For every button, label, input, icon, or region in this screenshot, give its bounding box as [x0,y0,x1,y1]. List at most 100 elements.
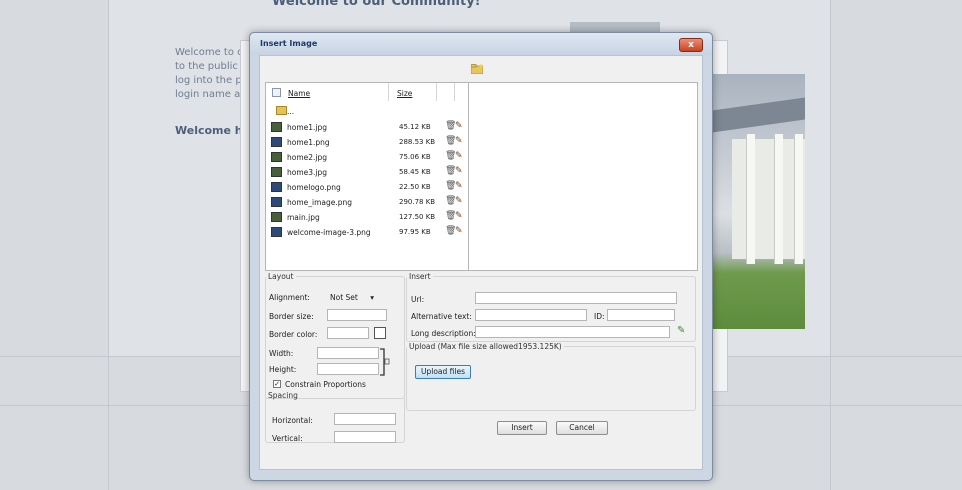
layout-legend: Layout [268,272,294,281]
file-row[interactable]: main.jpg 127.50 KB 🗑 ✎ [271,211,467,225]
border-size-label: Border size: [269,312,314,321]
file-name: home1.jpg [287,123,328,132]
dialog-title: Insert Image [260,39,318,48]
file-size: 75.06 KB [399,153,431,161]
column-separator [454,83,455,101]
dialog-body: Name Size ... home1.jpg 45.12 KB 🗑 ✎ hom… [259,55,703,470]
file-size: 22.50 KB [399,183,431,191]
name-column-header[interactable]: Name [288,89,310,98]
house-image [712,74,805,329]
parent-folder-label: ... [287,107,295,116]
rename-pencil-icon[interactable]: ✎ [455,196,463,206]
file-size: 290.78 KB [399,198,436,206]
width-input[interactable] [317,347,379,359]
png-file-icon [271,197,282,207]
column-separator [388,83,389,101]
file-name: home2.jpg [287,153,328,162]
height-input[interactable] [317,363,379,375]
file-name: homelogo.png [287,183,341,192]
rename-pencil-icon[interactable]: ✎ [455,136,463,146]
file-row[interactable]: homelogo.png 22.50 KB 🗑 ✎ [271,181,467,195]
spacing-legend: Spacing [268,391,298,400]
page-divider [830,0,831,490]
file-list[interactable]: Name Size ... home1.jpg 45.12 KB 🗑 ✎ hom… [265,82,470,271]
color-picker-icon[interactable] [374,327,386,339]
lock-ratio-icon[interactable] [380,348,390,376]
page-title: Welcome to our Community! [272,0,481,9]
file-name: home1.png [287,138,330,147]
file-row[interactable]: home1.png 288.53 KB 🗑 ✎ [271,136,467,150]
rename-pencil-icon[interactable]: ✎ [455,121,463,131]
png-file-icon [271,227,282,237]
layout-fieldset: Layout Alignment: Not Set ▾ Border size:… [265,272,405,399]
png-file-icon [271,182,282,192]
border-size-input[interactable] [327,309,387,321]
chevron-down-icon: ▾ [370,293,374,302]
rename-pencil-icon[interactable]: ✎ [455,166,463,176]
border-color-label: Border color: [269,330,318,339]
parent-folder-row[interactable]: ... [271,105,467,119]
vertical-spacing-input[interactable] [334,431,396,443]
alt-text-label: Alternative text: [411,312,472,321]
file-size: 45.12 KB [399,123,431,131]
file-name: welcome-image-3.png [287,228,371,237]
file-row[interactable]: welcome-image-3.png 97.95 KB 🗑 ✎ [271,226,467,240]
width-label: Width: [269,349,294,358]
vertical-label: Vertical: [272,434,303,443]
insert-legend: Insert [409,272,431,281]
jpg-file-icon [271,212,282,222]
insert-button[interactable]: Insert [497,421,547,435]
rename-pencil-icon[interactable]: ✎ [455,211,463,221]
spacing-fieldset: Spacing Horizontal: Vertical: [265,391,405,443]
image-preview-pane [468,82,698,271]
close-button[interactable]: x [679,38,703,52]
upload-fieldset: Upload (Max file size allowed1953.125K) … [406,342,696,411]
upload-files-button[interactable]: Upload files [415,365,471,379]
id-label: ID: [594,312,605,321]
file-size: 58.45 KB [399,168,431,176]
alignment-label: Alignment: [269,293,310,302]
folder-up-icon [276,106,287,115]
file-name: home_image.png [287,198,353,207]
file-row[interactable]: home2.jpg 75.06 KB 🗑 ✎ [271,151,467,165]
size-column-header[interactable]: Size [397,89,412,98]
long-description-label: Long description: [411,329,476,338]
png-file-icon [271,137,282,147]
rename-pencil-icon[interactable]: ✎ [455,151,463,161]
url-input[interactable] [475,292,677,304]
alignment-value: Not Set [330,293,358,302]
file-name: main.jpg [287,213,320,222]
file-size: 97.95 KB [399,228,431,236]
constrain-checkbox[interactable]: ✓ [273,380,281,388]
jpg-file-icon [271,152,282,162]
alignment-select[interactable]: Not Set ▾ [330,293,374,302]
rename-pencil-icon[interactable]: ✎ [455,226,463,236]
cancel-button[interactable]: Cancel [556,421,608,435]
file-icon [272,88,281,97]
file-row[interactable]: home_image.png 290.78 KB 🗑 ✎ [271,196,467,210]
dialog-titlebar[interactable]: Insert Image x [250,33,712,55]
border-color-input[interactable] [327,327,369,339]
long-description-input[interactable] [475,326,670,338]
alt-text-input[interactable] [475,309,587,321]
file-row[interactable]: home3.jpg 58.45 KB 🗑 ✎ [271,166,467,180]
id-input[interactable] [607,309,675,321]
file-row[interactable]: home1.jpg 45.12 KB 🗑 ✎ [271,121,467,135]
insert-image-dialog: Insert Image x Name Size ... home1.jpg 4… [249,32,713,481]
browse-link-icon[interactable]: ✎ [677,325,685,336]
constrain-label: Constrain Proportions [285,380,366,389]
file-name: home3.jpg [287,168,328,177]
rename-pencil-icon[interactable]: ✎ [455,181,463,191]
jpg-file-icon [271,167,282,177]
file-size: 288.53 KB [399,138,436,146]
page-divider [108,0,109,490]
column-separator [436,83,437,101]
jpg-file-icon [271,122,282,132]
insert-fieldset: Insert Url: Alternative text: ID: Long d… [406,272,696,342]
new-folder-icon[interactable] [471,64,483,74]
horizontal-spacing-input[interactable] [334,413,396,425]
file-size: 127.50 KB [399,213,436,221]
upload-legend: Upload (Max file size allowed1953.125K) [409,342,562,351]
url-label: Url: [411,295,425,304]
height-label: Height: [269,365,297,374]
